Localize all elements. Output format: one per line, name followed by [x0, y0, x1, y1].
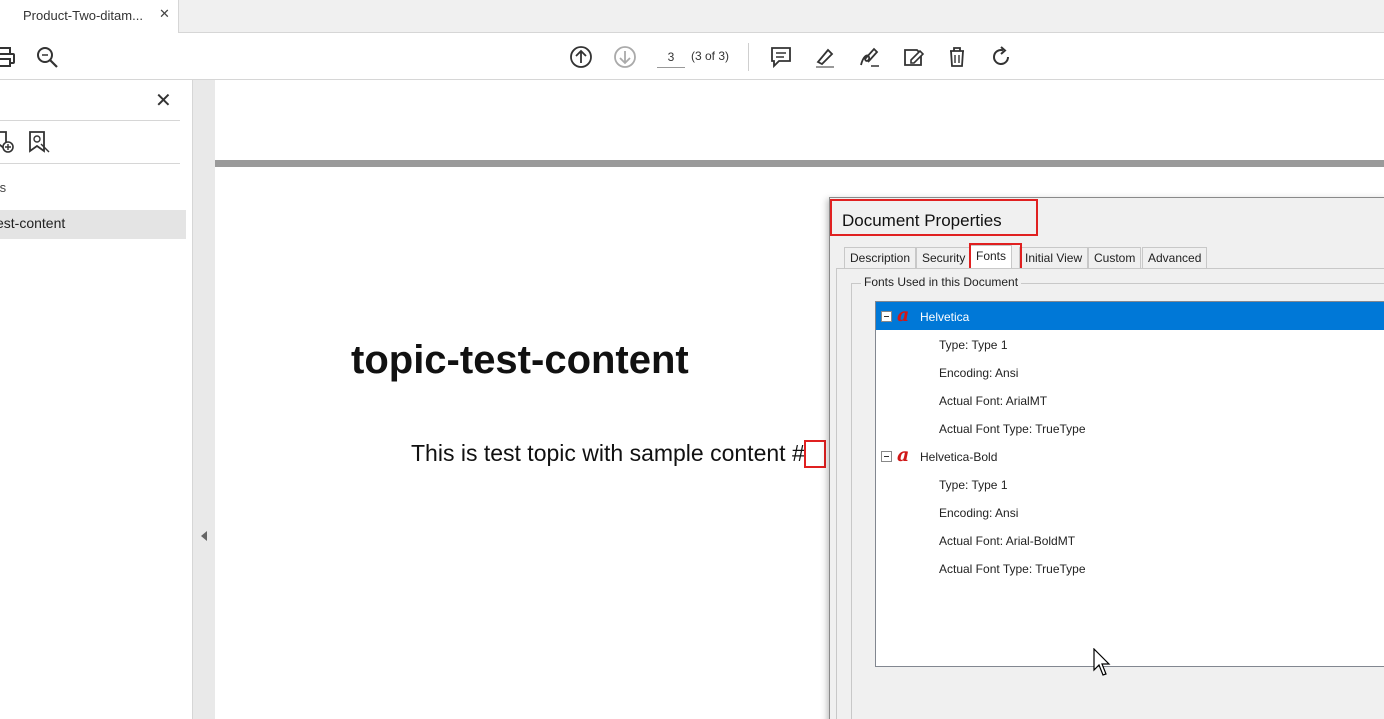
document-tab[interactable]: Product-Two-ditam... ✕: [0, 0, 179, 33]
tab-label: Description: [850, 251, 911, 265]
tree-row-font[interactable]: a Helvetica-Bold: [876, 442, 1384, 470]
page-up-icon[interactable]: [568, 44, 594, 70]
tab-security[interactable]: Security: [916, 247, 972, 269]
tab-label: Custom: [1094, 251, 1136, 265]
new-bookmark-icon[interactable]: [0, 130, 16, 154]
tree-row-detail[interactable]: Encoding: Ansi: [876, 358, 1384, 386]
panel-splitter[interactable]: [193, 80, 215, 719]
tab-advanced[interactable]: Advanced: [1142, 247, 1208, 269]
comment-icon[interactable]: [768, 44, 794, 70]
font-detail: Actual Font Type: TrueType: [939, 422, 1086, 436]
close-panel-icon[interactable]: ✕: [155, 88, 172, 113]
bookmark-item-label: est-content: [0, 215, 66, 231]
font-detail: Encoding: Ansi: [939, 366, 1019, 380]
hash-highlight-box: [804, 440, 826, 468]
tree-row-detail[interactable]: Actual Font: ArialMT: [876, 386, 1384, 414]
font-detail: Encoding: Ansi: [939, 506, 1019, 520]
document-body-text: This is test topic with sample content #: [411, 440, 805, 466]
font-type-icon: a: [897, 304, 910, 326]
print-icon[interactable]: [0, 44, 18, 70]
font-detail: Type: Type 1: [939, 478, 1008, 492]
bookmarks-panel: ✕ ts est-content: [0, 80, 193, 719]
edit-pdf-icon[interactable]: [900, 44, 926, 70]
close-tab-icon[interactable]: ✕: [159, 6, 170, 22]
tree-row-detail[interactable]: Encoding: Ansi: [876, 498, 1384, 526]
document-properties-dialog: Document Properties Description Security…: [829, 197, 1384, 719]
fonts-group-label: Fonts Used in this Document: [861, 275, 1022, 289]
document-tab-label: Product-Two-ditam...: [23, 8, 143, 23]
zoom-icon[interactable]: [34, 44, 60, 70]
page-break: [215, 160, 1384, 167]
panel-divider: [0, 120, 180, 121]
font-detail: Type: Type 1: [939, 338, 1008, 352]
title-highlight-box: [830, 199, 1038, 236]
font-type-icon: a: [897, 444, 910, 466]
tab-label: Security: [922, 251, 966, 265]
panel-heading: ts: [0, 180, 7, 195]
tree-row-detail[interactable]: Actual Font: Arial-BoldMT: [876, 526, 1384, 554]
tree-row-detail[interactable]: Actual Font Type: TrueType: [876, 414, 1384, 442]
collapse-arrow-icon[interactable]: [201, 531, 207, 541]
delete-icon[interactable]: [944, 44, 970, 70]
collapse-toggle-icon[interactable]: [881, 451, 892, 462]
page-count: (3 of 3): [691, 49, 730, 63]
tab-label: Initial View: [1025, 251, 1083, 265]
tree-row-detail[interactable]: Type: Type 1: [876, 470, 1384, 498]
bookmark-item[interactable]: est-content: [0, 210, 186, 239]
fonts-tree[interactable]: a Helvetica Type: Type 1 Encoding: Ansi …: [875, 301, 1384, 667]
tab-strip: Product-Two-ditam... ✕: [0, 0, 1384, 33]
font-detail: Actual Font Type: TrueType: [939, 562, 1086, 576]
toolbar-separator: [748, 43, 749, 71]
font-name: Helvetica-Bold: [920, 450, 998, 464]
tab-label: Advanced: [1148, 251, 1202, 265]
collapse-toggle-icon[interactable]: [881, 311, 892, 322]
tab-custom[interactable]: Custom: [1088, 247, 1142, 269]
page-number-input[interactable]: [657, 46, 685, 68]
font-name: Helvetica: [920, 310, 970, 324]
find-bookmark-icon[interactable]: [27, 130, 51, 154]
font-detail: Actual Font: ArialMT: [939, 394, 1048, 408]
page-down-icon[interactable]: [612, 44, 638, 70]
highlight-icon[interactable]: [812, 44, 838, 70]
tree-row-detail[interactable]: Type: Type 1: [876, 330, 1384, 358]
document-heading: topic-test-content: [351, 338, 689, 382]
rotate-icon[interactable]: [988, 44, 1014, 70]
toolbar: (3 of 3): [0, 33, 1384, 80]
mouse-cursor-icon: [1093, 648, 1111, 676]
tree-row-detail[interactable]: Actual Font Type: TrueType: [876, 554, 1384, 582]
tree-row-font[interactable]: a Helvetica: [876, 302, 1384, 330]
tab-description[interactable]: Description: [844, 247, 917, 269]
sign-icon[interactable]: [856, 44, 882, 70]
panel-divider: [0, 163, 180, 164]
font-detail: Actual Font: Arial-BoldMT: [939, 534, 1076, 548]
tab-initial-view[interactable]: Initial View: [1019, 247, 1089, 269]
